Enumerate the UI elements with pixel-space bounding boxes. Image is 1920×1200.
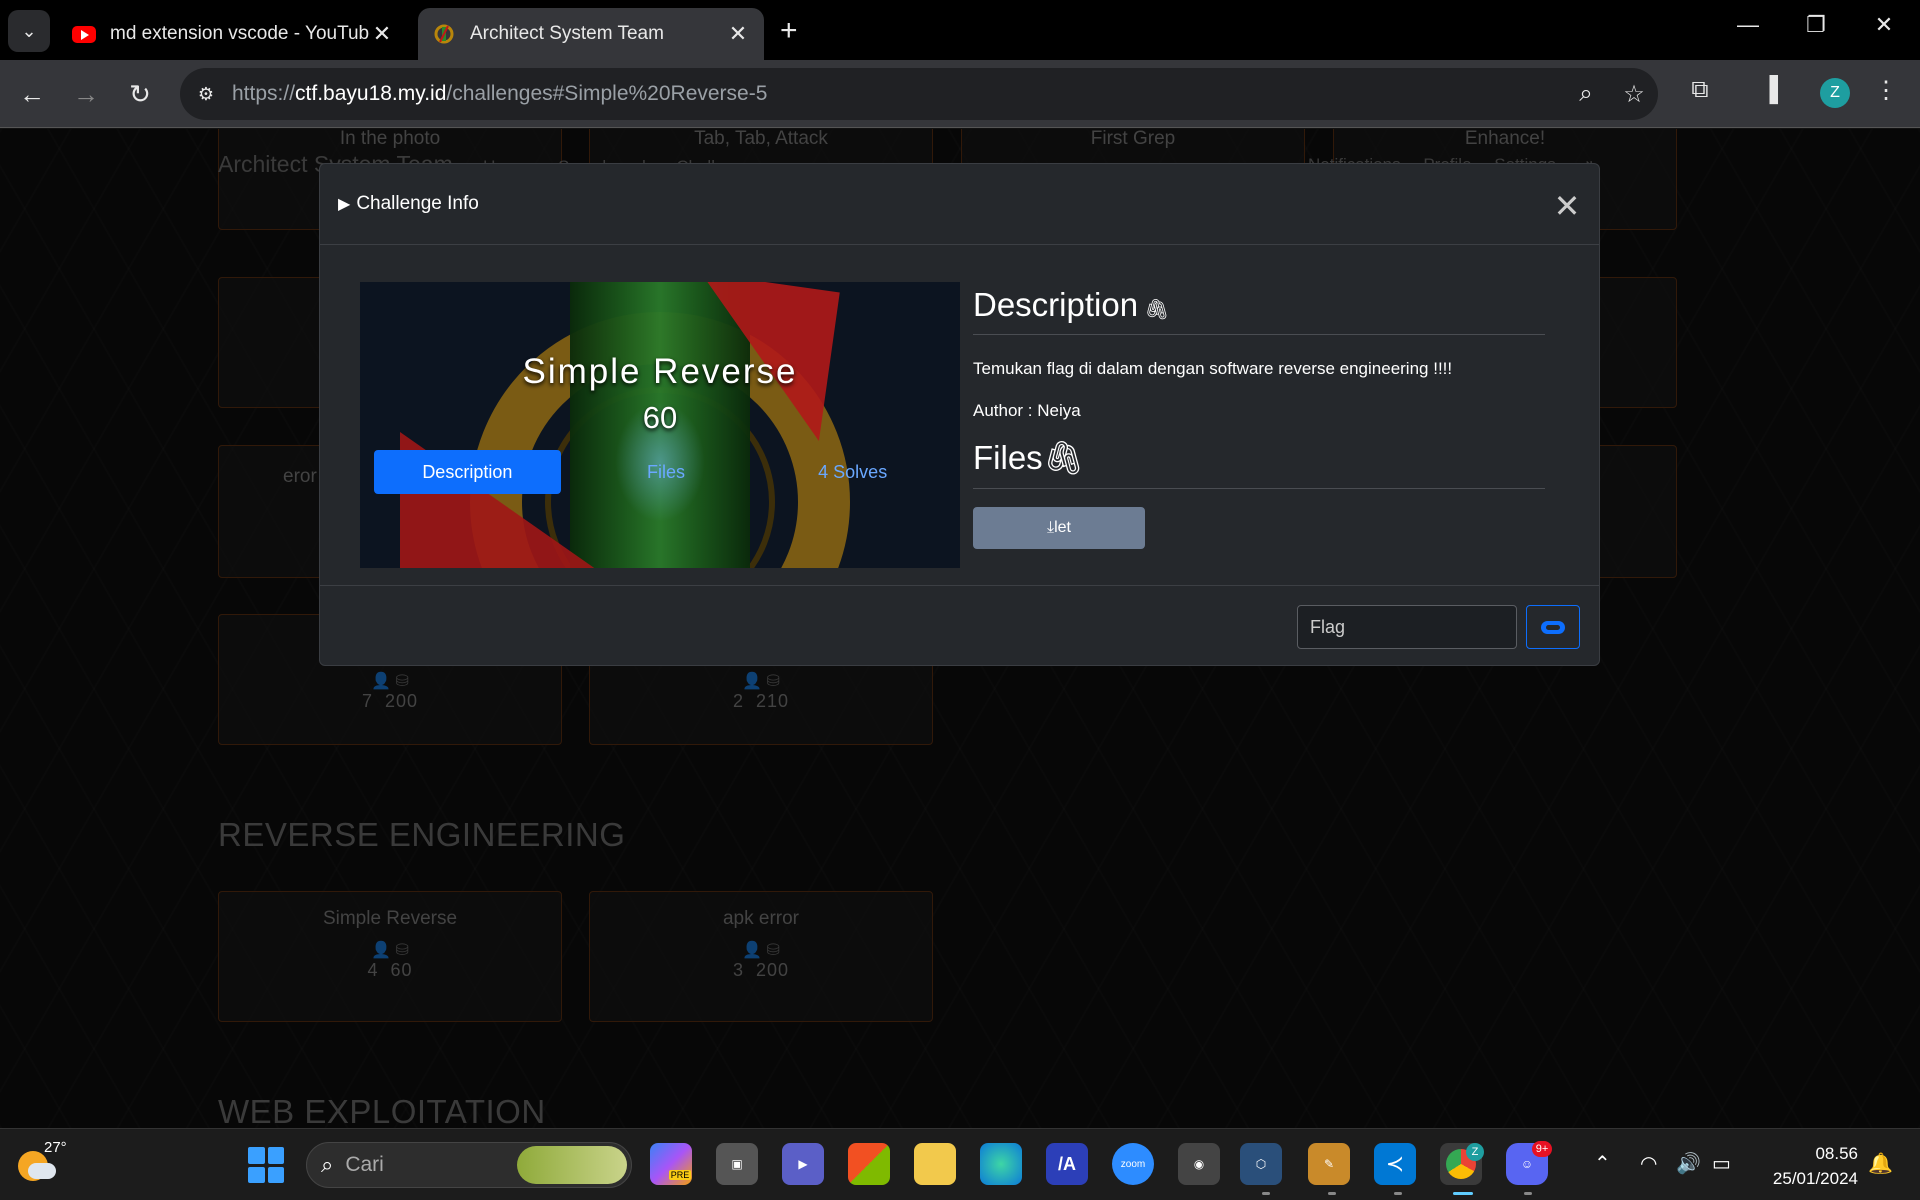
ast-logo-icon xyxy=(432,22,456,46)
clock[interactable]: 08.56 25/01/2024 xyxy=(1748,1141,1858,1191)
paperclip-icon: 🖇 xyxy=(1042,439,1085,476)
files-heading: Files🖇 xyxy=(973,439,1545,489)
author-text: Author : Neiya xyxy=(973,401,1081,420)
url-text[interactable]: https://ctf.bayu18.my.id/challenges#Simp… xyxy=(232,82,1562,106)
browser-tab-architect[interactable]: Architect System Team ✕ xyxy=(418,8,764,60)
close-icon[interactable]: ✕ xyxy=(1547,188,1587,224)
chevron-down-icon: ⌄ xyxy=(21,20,37,41)
windows-start-icon[interactable] xyxy=(248,1147,284,1183)
tool-app-icon[interactable]: ✎ xyxy=(1308,1143,1350,1185)
volume-icon[interactable]: 🔊 xyxy=(1676,1151,1701,1176)
tab-description[interactable]: Description xyxy=(374,450,561,494)
challenge-points: 60 xyxy=(642,400,678,435)
windows-taskbar: 27° ⌕ Cari PRE ▣ ▶ /A zoom ◉ ⬡ ✎ ≺ Z ☺ 9… xyxy=(0,1128,1920,1200)
file-download-button[interactable]: ⤓ let xyxy=(973,507,1145,549)
flag-input[interactable] xyxy=(1297,605,1517,649)
teams-icon[interactable]: ▶ xyxy=(782,1143,824,1185)
tab-title: md extension vscode - YouTube xyxy=(110,23,370,44)
description-panel: Description 🖇 Temukan flag di dalam denga… xyxy=(973,264,1545,549)
tab-solves[interactable]: 4 Solves xyxy=(759,450,946,494)
discord-notification-badge: 9+ xyxy=(1532,1141,1552,1157)
site-info-icon[interactable]: ⚙ xyxy=(180,84,232,105)
browser-toolbar: ← → ↻ ⚙ https://ctf.bayu18.my.id/challen… xyxy=(0,60,1920,128)
taskbar-search[interactable]: ⌕ Cari xyxy=(306,1142,632,1188)
copilot-icon[interactable]: PRE xyxy=(650,1143,692,1185)
tab-files[interactable]: Files xyxy=(573,450,760,494)
restore-icon[interactable]: ❐ xyxy=(1796,12,1836,38)
back-icon[interactable]: ← xyxy=(14,76,50,112)
battery-icon[interactable]: ▭ xyxy=(1712,1151,1731,1176)
submit-icon xyxy=(1541,620,1565,634)
chevron-up-icon[interactable]: ⌃ xyxy=(1594,1151,1611,1176)
zoom-icon[interactable]: zoom xyxy=(1112,1143,1154,1185)
screen: ⌄ md extension vscode - YouTube ✕ Archit… xyxy=(0,0,1920,1200)
browser-tab-bar: ⌄ md extension vscode - YouTube ✕ Archit… xyxy=(0,0,1920,60)
download-icon: ⤓ xyxy=(1047,519,1055,536)
wifi-icon[interactable]: ◠ xyxy=(1640,1151,1657,1176)
challenge-modal: ▶ Challenge Info ✕ Simple Reverse 60 Des… xyxy=(319,163,1600,666)
address-bar[interactable]: ⚙ https://ctf.bayu18.my.id/challenges#Si… xyxy=(180,68,1658,120)
edge-icon[interactable] xyxy=(980,1143,1022,1185)
submit-flag-button[interactable] xyxy=(1526,605,1580,649)
play-icon: ▶ xyxy=(338,196,351,213)
search-icon: ⌕ xyxy=(321,1152,334,1177)
zoom-icon[interactable]: ⌕ xyxy=(1562,80,1610,108)
clock-date: 25/01/2024 xyxy=(1772,1169,1858,1188)
description-heading: Description 🖇 xyxy=(973,264,1545,335)
task-view-icon[interactable]: ▣ xyxy=(716,1143,758,1185)
clock-time: 08.56 xyxy=(1815,1144,1858,1163)
youtube-icon xyxy=(72,22,96,46)
reload-icon[interactable]: ↻ xyxy=(122,76,158,112)
chrome-profile-badge: Z xyxy=(1466,1143,1484,1161)
temperature: 27° xyxy=(44,1139,67,1156)
close-tab-icon[interactable]: ✕ xyxy=(726,21,750,47)
challenge-name: Simple Reverse xyxy=(522,352,798,391)
modal-footer xyxy=(320,585,1599,665)
camera-icon[interactable]: ◉ xyxy=(1178,1143,1220,1185)
close-window-icon[interactable]: ✕ xyxy=(1864,12,1904,38)
notification-bell-icon[interactable]: 🔔 xyxy=(1868,1151,1893,1176)
modal-title: Challenge Info xyxy=(356,193,479,214)
new-tab-button[interactable]: + xyxy=(780,14,798,48)
modal-header: ▶ Challenge Info xyxy=(320,164,1599,245)
tab-search-button[interactable]: ⌄ xyxy=(8,10,50,52)
profile-avatar[interactable]: Z xyxy=(1820,78,1850,108)
file-name: let xyxy=(1054,519,1071,536)
description-text: Temukan flag di dalam dengan software re… xyxy=(973,359,1453,378)
file-explorer-icon[interactable] xyxy=(914,1143,956,1185)
vscode-icon[interactable]: ≺ xyxy=(1374,1143,1416,1185)
weather-cloud-icon xyxy=(28,1163,56,1179)
more-menu-icon[interactable]: ⋮ xyxy=(1866,76,1906,105)
search-highlight-graphic xyxy=(517,1146,627,1184)
microsoft-store-icon[interactable] xyxy=(848,1143,890,1185)
weather-widget[interactable]: 27° xyxy=(14,1139,67,1189)
extensions-icon[interactable]: ⧉ xyxy=(1680,76,1720,104)
search-placeholder: Cari xyxy=(345,1153,384,1176)
challenge-tabs: Description Files 4 Solves xyxy=(374,450,946,494)
paperclip-icon: 🖇 xyxy=(1144,299,1170,321)
ai-app-icon[interactable]: /A xyxy=(1046,1143,1088,1185)
browser-tab-youtube[interactable]: md extension vscode - YouTube ✕ xyxy=(58,8,408,60)
minimize-icon[interactable]: — xyxy=(1728,12,1768,38)
side-panel-icon[interactable]: ▌ xyxy=(1758,76,1798,104)
close-tab-icon[interactable]: ✕ xyxy=(370,21,394,47)
virtualbox-icon[interactable]: ⬡ xyxy=(1240,1143,1282,1185)
tab-title: Architect System Team xyxy=(470,23,664,44)
challenge-banner: Simple Reverse 60 Description Files 4 So… xyxy=(360,282,960,568)
forward-icon[interactable]: → xyxy=(68,76,104,112)
page-content: In the photo Tab, Tab, Attack First Grep… xyxy=(0,129,1920,1128)
bookmark-star-icon[interactable]: ☆ xyxy=(1610,80,1658,109)
